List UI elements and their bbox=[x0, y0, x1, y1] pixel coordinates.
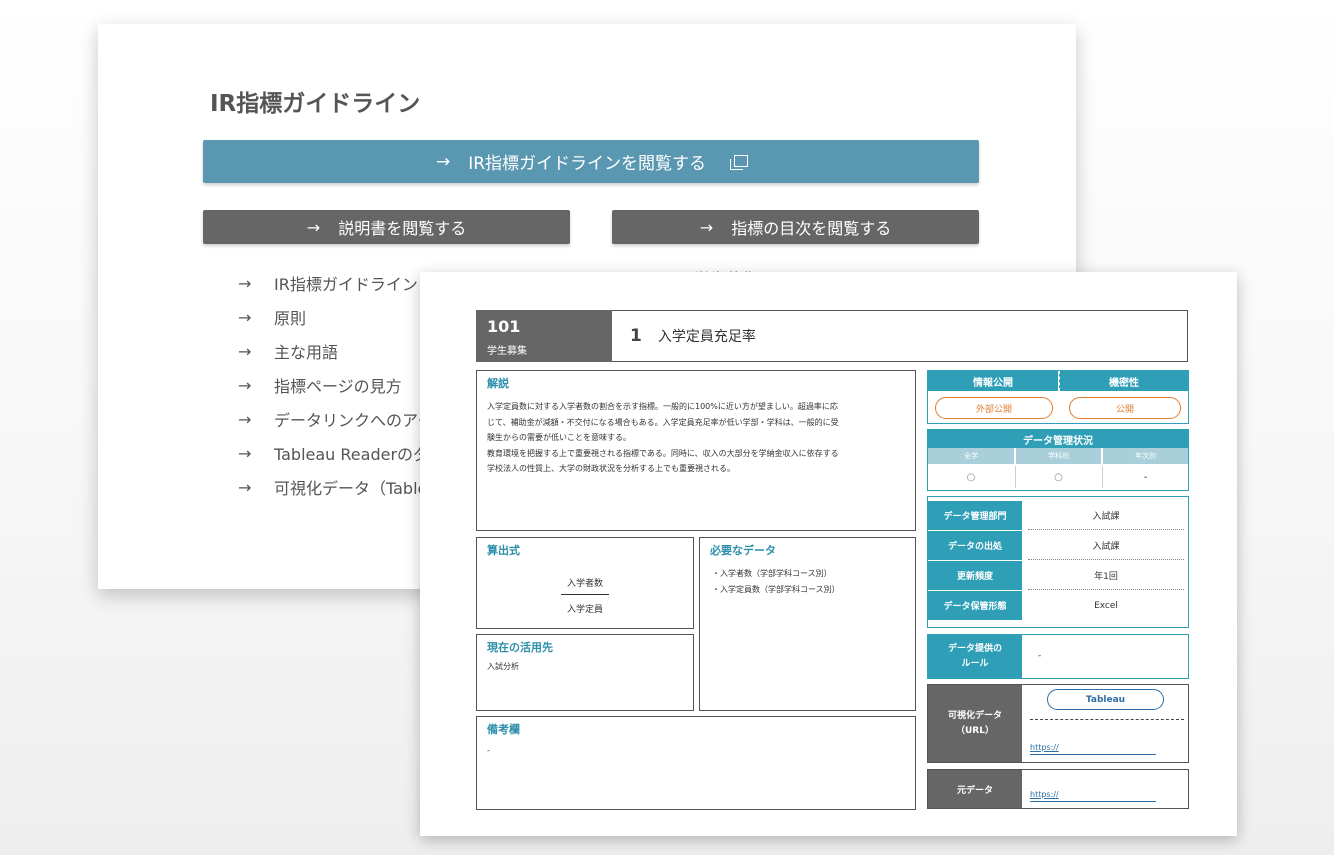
data-management-status: データ管理状況 全学 学科別 年次別 ○ ○ - bbox=[927, 429, 1189, 491]
indicator-code: 101 bbox=[487, 317, 521, 336]
disclosure-section: 情報公開 機密性 外部公開 公開 bbox=[927, 370, 1189, 424]
management-details: データ管理部門 入試課 データの出処 入試課 更新頻度 年1回 データ保管形態 … bbox=[927, 496, 1189, 628]
rule-value: - bbox=[1038, 651, 1042, 661]
list-item: ・入学者数（学部学科コース別） bbox=[712, 569, 832, 578]
view-manual-button[interactable]: → 説明書を閲覧する bbox=[203, 210, 570, 244]
visualization-section: 可視化データ （URL） Tableau https:// bbox=[927, 684, 1189, 763]
link-label: 原則 bbox=[274, 309, 307, 328]
external-link-icon bbox=[730, 154, 749, 170]
mgmt-row-label: データ管理部門 bbox=[928, 501, 1022, 530]
viz-url-link[interactable]: https:// bbox=[1030, 735, 1156, 755]
view-guideline-label: IR指標ガイドラインを閲覧する bbox=[468, 154, 707, 174]
formula-section: 算出式 入学者数 入学定員 bbox=[476, 537, 694, 629]
mgmt-row-value: 入試課 bbox=[1028, 501, 1184, 530]
section-label: 備考欄 bbox=[487, 723, 520, 736]
view-manual-label: 説明書を閲覧する bbox=[338, 219, 467, 238]
section-label: 必要なデータ bbox=[710, 544, 776, 557]
mgmt-col-header: 全学 bbox=[928, 448, 1014, 464]
arrow-right-icon: → bbox=[306, 217, 321, 237]
indicator-sheet: 101 学生募集 1 入学定員充足率 解説 入学定員数に対する入学者数の割合を示… bbox=[420, 272, 1237, 836]
section-label: 現在の活用先 bbox=[487, 641, 553, 654]
arrow-right-icon: → bbox=[435, 151, 451, 172]
mgmt-row-value: 年1回 bbox=[1028, 561, 1184, 590]
text-line: 験生からの需要が低いことを意味する。 bbox=[487, 433, 631, 442]
text-line: じて、補助金が減額・不交付になる場合もある。入学定員充足率が低い学部・学科は、一… bbox=[487, 417, 839, 427]
remarks-value: - bbox=[487, 746, 490, 755]
page-title: IR指標ガイドライン bbox=[210, 91, 421, 117]
mgmt-value-cell: ○ bbox=[966, 471, 976, 483]
source-url-text: https:// bbox=[1030, 790, 1059, 799]
arrow-right-icon: → bbox=[238, 341, 252, 361]
indicator-code-block: 101 学生募集 bbox=[476, 310, 612, 362]
mgmt-row-label: データ保管形態 bbox=[928, 591, 1022, 620]
mgmt-col-header: 年次別 bbox=[1102, 448, 1188, 464]
required-data-list: ・入学者数（学部学科コース別） ・入学定員数（学部学科コース別） bbox=[712, 566, 840, 597]
dash-divider bbox=[1030, 719, 1184, 720]
source-data-section: 元データ https:// bbox=[927, 769, 1189, 809]
fraction-line bbox=[561, 594, 609, 595]
view-toc-button[interactable]: → 指標の目次を閲覧する bbox=[612, 210, 979, 244]
section-label: 算出式 bbox=[487, 544, 520, 557]
view-toc-label: 指標の目次を閲覧する bbox=[731, 219, 892, 238]
required-data-section: 必要なデータ ・入学者数（学部学科コース別） ・入学定員数（学部学科コース別） bbox=[699, 537, 916, 711]
arrow-right-icon: → bbox=[699, 217, 714, 237]
source-url-link[interactable]: https:// bbox=[1030, 782, 1156, 802]
confidential-value-pill: 公開 bbox=[1069, 397, 1181, 419]
arrow-right-icon: → bbox=[238, 443, 252, 463]
indicator-category: 学生募集 bbox=[487, 346, 527, 357]
indicator-name: 入学定員充足率 bbox=[657, 329, 756, 345]
indicator-index: 1 bbox=[630, 326, 642, 346]
mgmt-status-label: データ管理状況 bbox=[928, 430, 1188, 448]
tableau-button[interactable]: Tableau bbox=[1047, 689, 1164, 710]
disclosure-value-pill: 外部公開 bbox=[935, 397, 1053, 419]
confidential-label: 機密性 bbox=[1059, 371, 1188, 391]
formula-numerator: 入学者数 bbox=[566, 579, 603, 589]
explanation-text: 入学定員数に対する入学者数の割合を示す指標。一般的に100%に近い方が望ましい。… bbox=[487, 399, 911, 477]
link-label: 指標ページの見方 bbox=[274, 377, 402, 396]
rule-label: データ提供の ルール bbox=[928, 635, 1022, 678]
section-label: 解説 bbox=[487, 377, 509, 390]
arrow-right-icon: → bbox=[238, 375, 252, 395]
arrow-right-icon: → bbox=[238, 409, 252, 429]
viz-label: 可視化データ （URL） bbox=[928, 685, 1022, 762]
arrow-right-icon: → bbox=[238, 273, 252, 293]
mgmt-col-header: 学科別 bbox=[1015, 448, 1101, 464]
remarks-section: 備考欄 - bbox=[476, 716, 916, 810]
formula-denominator: 入学定員 bbox=[566, 605, 603, 615]
list-item: ・入学定員数（学部学科コース別） bbox=[712, 584, 840, 594]
usage-section: 現在の活用先 入試分析 bbox=[476, 634, 694, 711]
usage-value: 入試分析 bbox=[487, 662, 519, 671]
arrow-right-icon: → bbox=[238, 477, 252, 497]
mgmt-row-value: Excel bbox=[1094, 600, 1118, 611]
viz-url-text: https:// bbox=[1030, 743, 1059, 752]
text-line: 入学定員数に対する入学者数の割合を示す指標。一般的に100%に近い方が望ましい。… bbox=[487, 402, 838, 411]
data-rule-section: データ提供の ルール - bbox=[927, 634, 1189, 679]
source-label: 元データ bbox=[928, 770, 1022, 808]
disclosure-label: 情報公開 bbox=[928, 371, 1058, 391]
explanation-section: 解説 入学定員数に対する入学者数の割合を示す指標。一般的に100%に近い方が望ま… bbox=[476, 370, 916, 531]
mgmt-row-label: データの出処 bbox=[928, 531, 1022, 560]
mgmt-value-cell: ○ bbox=[1015, 466, 1101, 488]
text-line: 教育環境を把握する上で重要視される指標である。同時に、収入の大部分を学納金収入に… bbox=[487, 448, 839, 458]
link-label: 主な用語 bbox=[274, 343, 339, 362]
mgmt-row-label: 更新頻度 bbox=[928, 561, 1022, 590]
mgmt-row-value: 入試課 bbox=[1028, 531, 1184, 560]
text-line: 学校法人の性質上、大学の財政状況を分析する上でも重要視される。 bbox=[487, 464, 735, 473]
mgmt-value-cell: - bbox=[1102, 466, 1188, 488]
view-guideline-button[interactable]: → IR指標ガイドラインを閲覧する bbox=[203, 140, 979, 183]
arrow-right-icon: → bbox=[238, 307, 252, 327]
indicator-title-block: 1 入学定員充足率 bbox=[612, 310, 1188, 362]
